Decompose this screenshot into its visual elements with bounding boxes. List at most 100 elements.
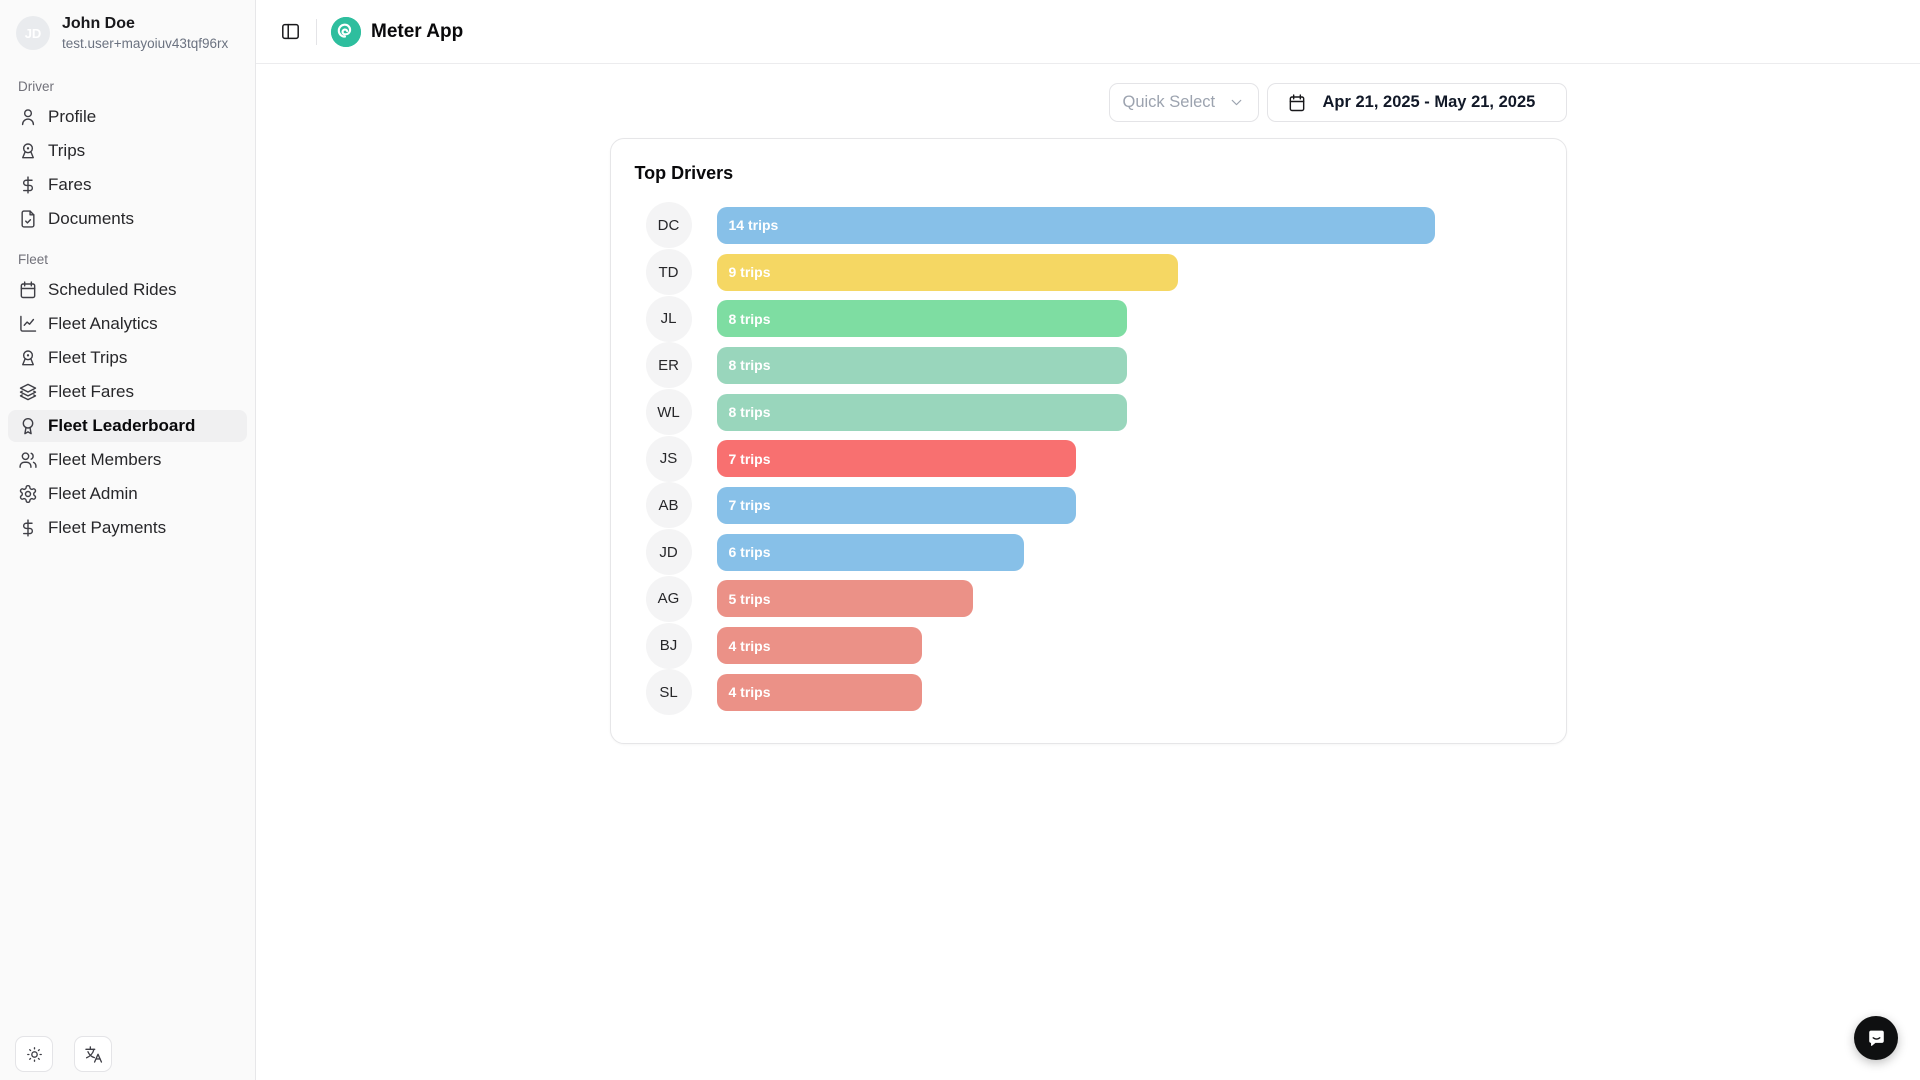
sidebar-toggle-button[interactable] bbox=[274, 16, 306, 48]
driver-avatar: JL bbox=[646, 296, 692, 342]
leaderboard-row: ER 8 trips bbox=[635, 342, 1542, 389]
sidebar-item-fleet-admin[interactable]: Fleet Admin bbox=[8, 478, 247, 510]
leaderboard-row: JS 7 trips bbox=[635, 435, 1542, 482]
logo-swirl-icon bbox=[331, 17, 361, 47]
sidebar-section-label: Fleet bbox=[0, 252, 255, 267]
users-icon bbox=[18, 450, 38, 470]
driver-avatar: AG bbox=[646, 576, 692, 622]
sidebar-item-label: Fleet Admin bbox=[48, 484, 138, 504]
top-drivers-card: Top Drivers DC 14 trips TD 9 trips JL 8 … bbox=[610, 138, 1567, 744]
app-title: Meter App bbox=[371, 21, 463, 43]
sidebar-item-documents[interactable]: Documents bbox=[8, 203, 247, 235]
avatar: JD bbox=[16, 16, 50, 50]
map-pin-icon bbox=[18, 348, 38, 368]
user-email: test.user+mayoiuv43tqf96rx bbox=[62, 35, 228, 53]
sidebar-item-fares[interactable]: Fares bbox=[8, 169, 247, 201]
sidebar-item-fleet-fares[interactable]: Fleet Fares bbox=[8, 376, 247, 408]
trips-bar-label: 7 trips bbox=[717, 451, 771, 467]
trips-bar-label: 5 trips bbox=[717, 591, 771, 607]
leaderboard-row: JD 6 trips bbox=[635, 529, 1542, 576]
driver-avatar: JD bbox=[646, 529, 692, 575]
quick-select-dropdown[interactable]: Quick Select bbox=[1109, 83, 1259, 122]
file-check-icon bbox=[18, 209, 38, 229]
dollar-icon bbox=[18, 518, 38, 538]
card-title: Top Drivers bbox=[635, 163, 1542, 184]
chat-bubble-icon bbox=[1865, 1027, 1888, 1050]
date-range-label: Apr 21, 2025 - May 21, 2025 bbox=[1323, 93, 1536, 112]
chat-widget-button[interactable] bbox=[1854, 1016, 1898, 1060]
leaderboard-row: DC 14 trips bbox=[635, 202, 1542, 249]
trips-bar: 8 trips bbox=[717, 300, 1127, 337]
sidebar-item-trips[interactable]: Trips bbox=[8, 135, 247, 167]
sidebar-item-scheduled-rides[interactable]: Scheduled Rides bbox=[8, 274, 247, 306]
languages-icon bbox=[84, 1045, 103, 1064]
leaderboard-row: AB 7 trips bbox=[635, 482, 1542, 529]
trips-bar: 6 trips bbox=[717, 534, 1025, 571]
trips-bar-label: 8 trips bbox=[717, 357, 771, 373]
trips-bar-label: 8 trips bbox=[717, 404, 771, 420]
driver-avatar: SL bbox=[646, 669, 692, 715]
layers-icon bbox=[18, 382, 38, 402]
sidebar-item-label: Profile bbox=[48, 107, 96, 127]
date-range-button[interactable]: Apr 21, 2025 - May 21, 2025 bbox=[1267, 83, 1567, 122]
sidebar-item-label: Fares bbox=[48, 175, 91, 195]
trips-bar: 4 trips bbox=[717, 627, 922, 664]
chevron-down-icon bbox=[1228, 94, 1245, 111]
gear-icon bbox=[18, 484, 38, 504]
sidebar-item-label: Fleet Leaderboard bbox=[48, 416, 195, 436]
sidebar-item-fleet-leaderboard[interactable]: Fleet Leaderboard bbox=[8, 410, 247, 442]
leaderboard-row: SL 4 trips bbox=[635, 669, 1542, 716]
sidebar-footer bbox=[15, 1036, 112, 1072]
trips-bar-label: 9 trips bbox=[717, 264, 771, 280]
sidebar-item-fleet-trips[interactable]: Fleet Trips bbox=[8, 342, 247, 374]
theme-toggle-button[interactable] bbox=[15, 1036, 53, 1072]
calendar-icon bbox=[18, 280, 38, 300]
trips-bar-label: 4 trips bbox=[717, 638, 771, 654]
sidebar-item-profile[interactable]: Profile bbox=[8, 101, 247, 133]
sidebar-item-label: Fleet Members bbox=[48, 450, 161, 470]
user-name: John Doe bbox=[62, 14, 228, 35]
sidebar-item-fleet-members[interactable]: Fleet Members bbox=[8, 444, 247, 476]
sidebar-item-fleet-payments[interactable]: Fleet Payments bbox=[8, 512, 247, 544]
sidebar-item-fleet-analytics[interactable]: Fleet Analytics bbox=[8, 308, 247, 340]
language-button[interactable] bbox=[74, 1036, 112, 1072]
leaderboard-row: WL 8 trips bbox=[635, 389, 1542, 436]
sidebar-item-label: Trips bbox=[48, 141, 85, 161]
sidebar-item-label: Fleet Payments bbox=[48, 518, 166, 538]
leaderboard-row: TD 9 trips bbox=[635, 249, 1542, 296]
leaderboard-row: JL 8 trips bbox=[635, 295, 1542, 342]
trips-bar: 14 trips bbox=[717, 207, 1435, 244]
toolbar: Quick Select Apr 21, 2025 - May 21, 2025 bbox=[610, 83, 1567, 122]
driver-avatar: DC bbox=[646, 202, 692, 248]
trips-bar: 7 trips bbox=[717, 440, 1076, 477]
trips-bar-label: 14 trips bbox=[717, 217, 779, 233]
driver-avatar: JS bbox=[646, 436, 692, 482]
panel-left-icon bbox=[280, 21, 301, 42]
driver-avatar: AB bbox=[646, 482, 692, 528]
map-pin-icon bbox=[18, 141, 38, 161]
sidebar-section: Driver Profile Trips Fares Documents bbox=[0, 79, 255, 235]
leaderboard-rows: DC 14 trips TD 9 trips JL 8 trips ER 8 t… bbox=[635, 202, 1542, 716]
trips-bar-label: 4 trips bbox=[717, 684, 771, 700]
trips-bar: 7 trips bbox=[717, 487, 1076, 524]
quick-select-label: Quick Select bbox=[1123, 93, 1216, 112]
sidebar-section: Fleet Scheduled Rides Fleet Analytics Fl… bbox=[0, 252, 255, 544]
user-icon bbox=[18, 107, 38, 127]
sun-icon bbox=[25, 1045, 44, 1064]
driver-avatar: BJ bbox=[646, 623, 692, 669]
user-block[interactable]: JD John Doe test.user+mayoiuv43tqf96rx bbox=[0, 0, 255, 62]
sidebar-item-label: Fleet Fares bbox=[48, 382, 134, 402]
header-divider bbox=[316, 19, 317, 45]
sidebar-section-label: Driver bbox=[0, 79, 255, 94]
main-content: Quick Select Apr 21, 2025 - May 21, 2025… bbox=[256, 0, 1920, 744]
trips-bar: 5 trips bbox=[717, 580, 973, 617]
award-icon bbox=[18, 416, 38, 436]
sidebar-nav: Driver Profile Trips Fares Documents Fle… bbox=[0, 79, 255, 544]
app-logo bbox=[331, 17, 361, 47]
top-header: Meter App bbox=[256, 0, 1920, 64]
trips-bar: 8 trips bbox=[717, 347, 1127, 384]
sidebar-item-label: Fleet Trips bbox=[48, 348, 127, 368]
trips-bar: 4 trips bbox=[717, 674, 922, 711]
sidebar-item-label: Documents bbox=[48, 209, 134, 229]
leaderboard-row: BJ 4 trips bbox=[635, 622, 1542, 669]
